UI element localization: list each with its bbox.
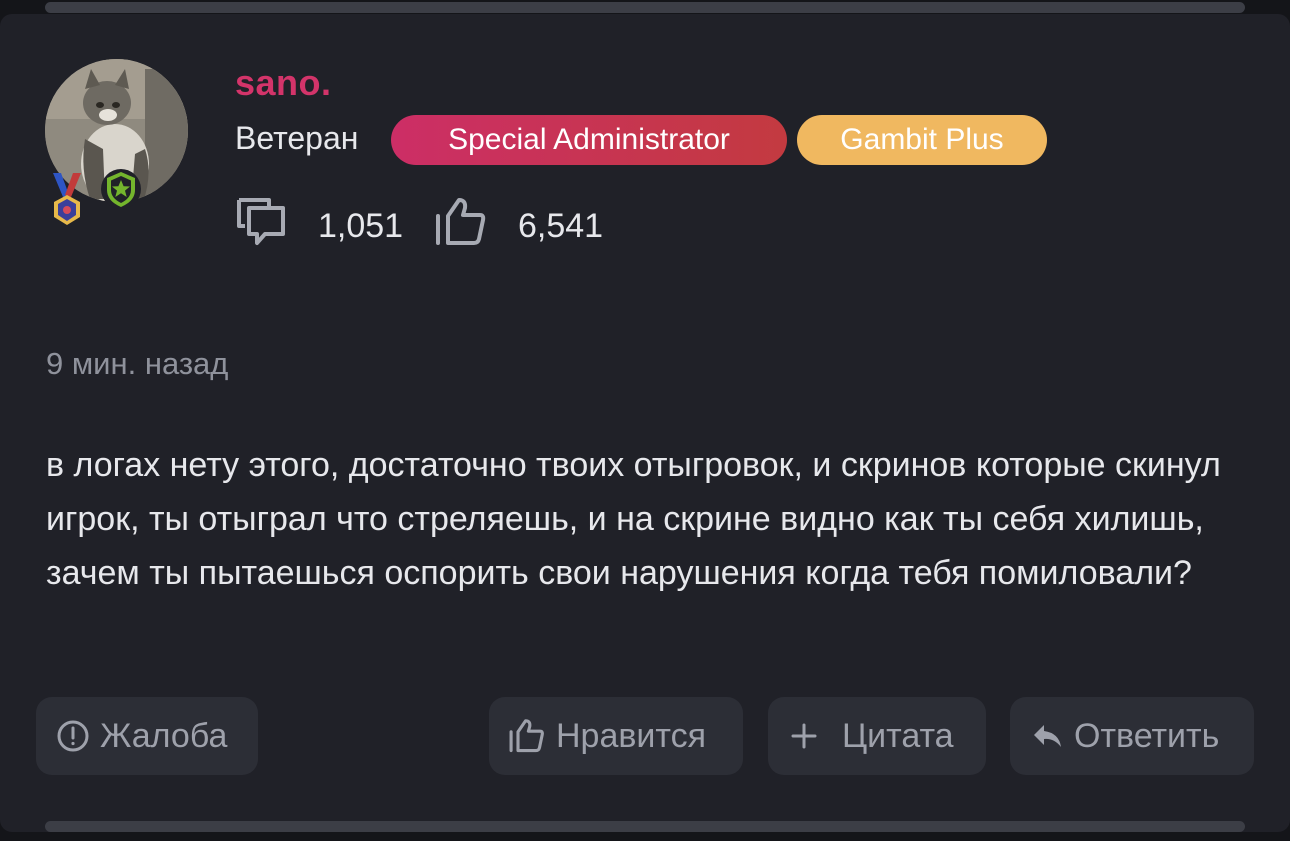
badge-gambit-plus: Gambit Plus <box>797 115 1047 165</box>
plus-icon <box>790 722 818 750</box>
user-rank: Ветеран <box>235 120 359 156</box>
post-time[interactable]: 9 мин. назад <box>46 346 228 382</box>
bottom-divider <box>45 821 1245 832</box>
badge-special-administrator: Special Administrator <box>391 115 787 165</box>
reply-label: Ответить <box>1074 716 1220 755</box>
likes-count: 6,541 <box>518 207 604 245</box>
username[interactable]: sano. <box>235 62 332 104</box>
messages-count: 1,051 <box>318 207 404 245</box>
post-message: в логах нету этого, достаточно твоих оты… <box>46 446 1221 592</box>
like-button[interactable]: Нравится <box>489 697 743 775</box>
quote-button[interactable]: Цитата <box>768 697 986 775</box>
report-label: Жалоба <box>100 716 228 755</box>
thumbs-up-icon <box>434 196 488 253</box>
quote-label: Цитата <box>842 716 954 755</box>
reply-arrow-icon <box>1032 722 1064 750</box>
reply-button[interactable]: Ответить <box>1010 697 1254 775</box>
alert-circle-icon <box>56 719 90 753</box>
avatar-block <box>45 59 190 229</box>
thumbs-up-icon <box>507 718 547 754</box>
like-label: Нравится <box>556 716 707 755</box>
post-card: sano. Ветеран Special Administrator Gamb… <box>0 2 1290 832</box>
messages-icon <box>235 196 287 253</box>
medal-icon <box>51 173 83 232</box>
report-button[interactable]: Жалоба <box>36 697 258 775</box>
top-divider <box>45 2 1245 13</box>
shield-star-icon <box>101 169 141 209</box>
